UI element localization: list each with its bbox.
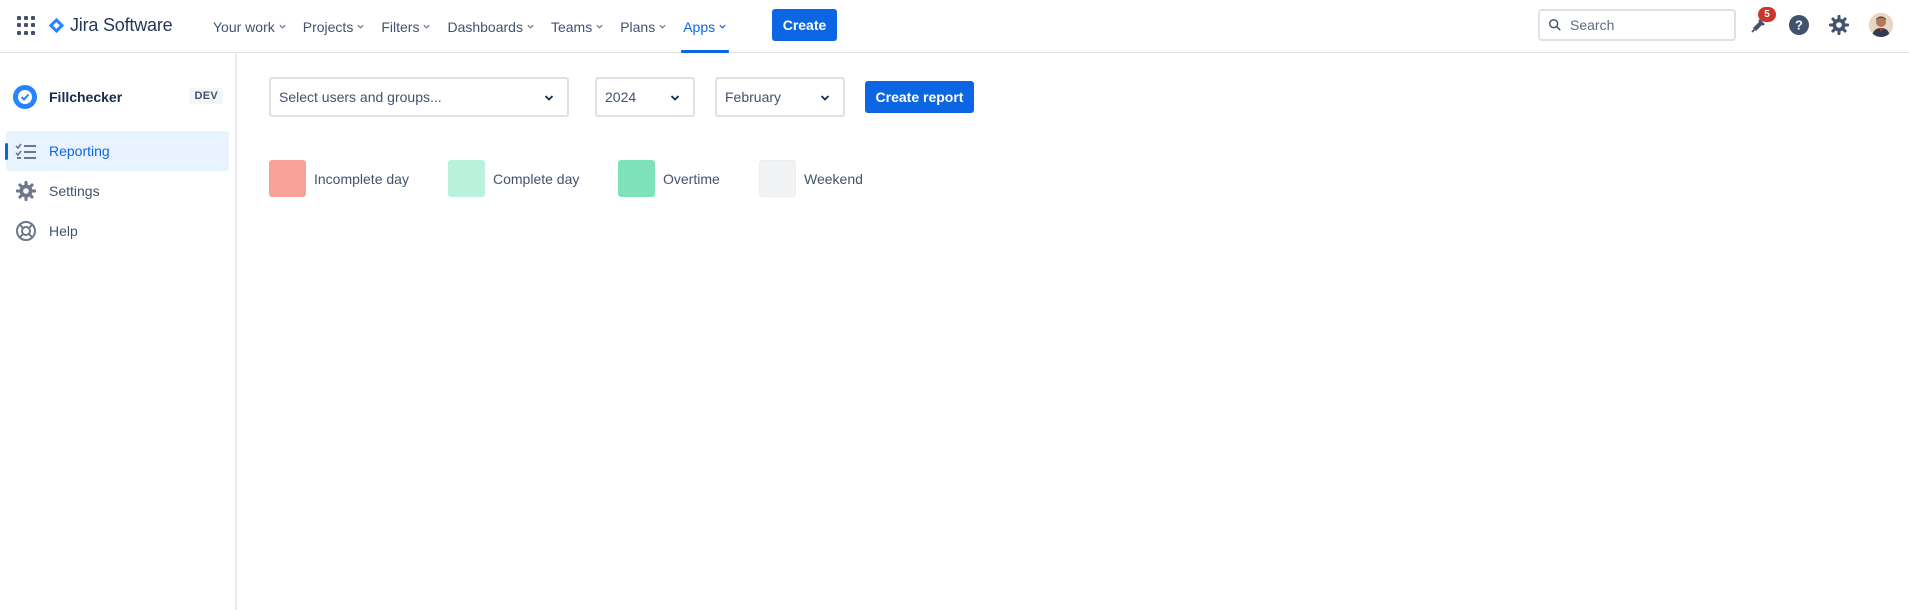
top-navigation: Jira Software Your work Projects Filters… [0, 0, 1909, 53]
chevron-down-icon [544, 95, 554, 101]
nav-label: Teams [550, 18, 593, 35]
search-input[interactable] [1570, 17, 1720, 33]
create-report-button[interactable]: Create report [865, 81, 974, 113]
legend-overtime: Overtime [618, 160, 720, 197]
project-environment-tag: DEV [189, 88, 223, 104]
legend-swatch [618, 160, 655, 197]
chevron-down-icon [423, 24, 431, 29]
lifebuoy-icon [14, 219, 38, 243]
create-button[interactable]: Create [772, 9, 837, 41]
chevron-down-icon [670, 95, 680, 101]
nav-apps[interactable]: Apps [675, 0, 735, 53]
nav-projects[interactable]: Projects [295, 0, 374, 53]
nav-dashboards[interactable]: Dashboards [439, 0, 543, 53]
nav-label: Your work [213, 18, 275, 35]
legend-swatch [759, 160, 796, 197]
project-header[interactable]: Fillchecker DEV [13, 85, 223, 109]
gear-icon [14, 179, 38, 203]
sidebar-item-settings[interactable]: Settings [6, 171, 229, 211]
nav-plans[interactable]: Plans [612, 0, 675, 53]
users-groups-placeholder: Select users and groups... [279, 89, 442, 105]
chevron-down-icon [357, 24, 364, 29]
project-name: Fillchecker [49, 89, 123, 105]
legend-label: Weekend [804, 170, 863, 187]
sidebar-item-label: Help [49, 223, 78, 239]
help-icon: ? [1789, 15, 1809, 35]
sidebar-item-label: Reporting [49, 143, 110, 159]
nav-label: Dashboards [447, 18, 523, 35]
app-name: Jira Software [70, 14, 173, 35]
project-avatar-icon [13, 85, 37, 109]
chevron-down-icon [279, 24, 286, 29]
year-value: 2024 [605, 89, 637, 105]
chevron-down-icon [527, 24, 534, 29]
sidebar-item-help[interactable]: Help [6, 211, 229, 251]
sidebar-item-label: Settings [49, 183, 100, 199]
nav-filters[interactable]: Filters [373, 0, 439, 53]
month-value: February [725, 89, 782, 105]
legend-label: Complete day [493, 170, 580, 187]
legend-swatch [448, 160, 485, 197]
list-checklist-icon [14, 139, 38, 163]
settings-button[interactable] [1827, 13, 1851, 37]
legend-label: Overtime [663, 170, 720, 187]
search-box[interactable] [1538, 9, 1736, 41]
chevron-down-icon [820, 95, 830, 101]
user-avatar-icon [1869, 13, 1893, 37]
chevron-down-icon [659, 24, 666, 29]
nav-label: Projects [302, 18, 354, 35]
app-switcher-icon[interactable] [17, 16, 36, 35]
sidebar: Fillchecker DEV Reporting Settings Help [0, 53, 237, 610]
nav-label: Filters [381, 18, 420, 35]
nav-your-work[interactable]: Your work [205, 0, 295, 53]
year-select[interactable]: 2024 [595, 77, 695, 117]
legend-label: Incomplete day [314, 170, 409, 187]
nav-label: Apps [683, 18, 716, 35]
legend-swatch [269, 160, 306, 197]
settings-icon [1829, 15, 1849, 35]
chevron-down-icon [719, 24, 726, 29]
help-button[interactable]: ? [1787, 13, 1811, 37]
nav-label: Plans [620, 18, 656, 35]
jira-logo-icon [48, 17, 65, 33]
legend-complete-day: Complete day [448, 160, 579, 197]
svg-text:?: ? [1795, 18, 1803, 33]
month-select[interactable]: February [715, 77, 845, 117]
sidebar-item-reporting[interactable]: Reporting [5, 131, 229, 171]
notification-count-badge: 5 [1758, 7, 1776, 22]
jira-logo[interactable]: Jira Software [48, 13, 173, 37]
nav-teams[interactable]: Teams [543, 0, 612, 53]
legend-weekend: Weekend [759, 160, 863, 197]
avatar[interactable] [1869, 13, 1893, 37]
legend-incomplete-day: Incomplete day [269, 160, 409, 197]
users-groups-select[interactable]: Select users and groups... [269, 77, 569, 117]
primary-nav: Your work Projects Filters Dashboards Te… [205, 0, 735, 53]
search-icon [1549, 19, 1561, 31]
chevron-down-icon [596, 24, 603, 29]
